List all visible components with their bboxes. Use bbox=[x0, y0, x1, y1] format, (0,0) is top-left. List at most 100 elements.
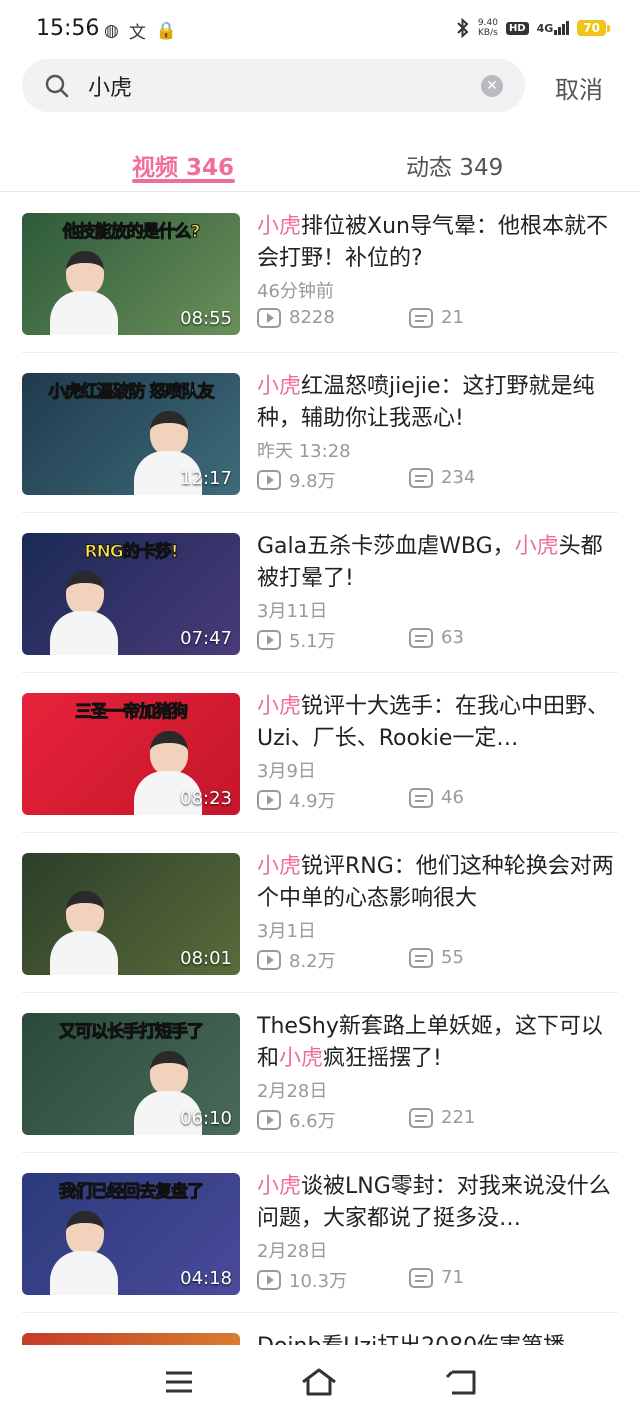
status-left-icons: ◍ 文 🔒 bbox=[104, 18, 178, 44]
active-tab-indicator bbox=[132, 179, 235, 183]
status-right-icons: 9.40 KB/s HD 4G 70 bbox=[456, 18, 610, 38]
play-count: 8228 bbox=[257, 307, 335, 328]
video-thumbnail[interactable]: 08:01 bbox=[22, 853, 240, 975]
video-thumbnail[interactable]: 三圣一帝加猪狗 08:23 bbox=[22, 693, 240, 815]
video-info: TheShy新套路上单妖姬，这下可以和小虎疯狂摇摆了! 2月28日 6.6万 221 bbox=[257, 1011, 617, 1135]
play-count: 9.8万 bbox=[257, 467, 336, 493]
play-icon bbox=[257, 307, 281, 328]
video-item[interactable]: 我们已经回去复盘了 04:18 小虎谈被LNG零封：对我来说没什么问题，大家都说了挺… bbox=[0, 1153, 640, 1313]
comment-icon bbox=[409, 307, 433, 328]
comment-count: 221 bbox=[409, 1107, 475, 1128]
back-icon[interactable] bbox=[442, 1367, 482, 1397]
video-thumbnail[interactable] bbox=[22, 1333, 240, 1345]
video-title[interactable]: TheShy新套路上单妖姬，这下可以和小虎疯狂摇摆了! bbox=[257, 1011, 617, 1075]
status-time: 15:56 bbox=[36, 16, 100, 41]
play-count: 6.6万 bbox=[257, 1107, 336, 1133]
comment-count: 46 bbox=[409, 787, 464, 808]
video-thumbnail[interactable]: 小虎红温破防 怒喷队友 12:17 bbox=[22, 373, 240, 495]
lock-icon: 🔒 bbox=[155, 20, 178, 41]
comment-count: 21 bbox=[409, 307, 464, 328]
search-bar[interactable]: ✕ bbox=[22, 59, 525, 112]
keyword-highlight: 小虎 bbox=[257, 854, 302, 879]
clear-search-icon[interactable]: ✕ bbox=[481, 75, 503, 97]
search-input[interactable] bbox=[88, 71, 478, 101]
publish-time: 昨天 13:28 bbox=[257, 441, 351, 462]
publish-time: 3月1日 bbox=[257, 921, 316, 942]
video-info: 小虎红温怒喷jiejie：这打野就是纯种，辅助你让我恶心! 昨天 13:28 9.8… bbox=[257, 371, 617, 495]
tab-videos[interactable]: 视频 346 bbox=[132, 148, 234, 182]
video-title[interactable]: Gala五杀卡莎血虐WBG，小虎头都被打晕了! bbox=[257, 531, 617, 595]
cancel-button[interactable]: 取消 bbox=[555, 70, 603, 105]
video-stats: 10.3万 71 bbox=[257, 1267, 617, 1295]
thumbnail-caption: 小虎红温破防 怒喷队友 bbox=[48, 382, 215, 403]
comment-count: 63 bbox=[409, 627, 464, 648]
keyword-highlight: 小虎 bbox=[257, 1174, 302, 1199]
video-title[interactable]: 小虎排位被Xun导气晕：他根本就不会打野！补位的? bbox=[257, 211, 617, 275]
publish-time: 3月11日 bbox=[257, 601, 328, 622]
keyword-highlight: 小虎 bbox=[514, 534, 559, 559]
video-thumbnail[interactable]: 他技能放的是什么? 08:55 bbox=[22, 213, 240, 335]
thumbnail-caption: 他技能放的是什么? bbox=[62, 222, 201, 243]
video-item[interactable]: 小虎红温破防 怒喷队友 12:17 小虎红温怒喷jiejie：这打野就是纯种，辅助你… bbox=[0, 353, 640, 513]
play-icon bbox=[257, 790, 281, 810]
comment-icon bbox=[409, 627, 433, 648]
home-icon[interactable] bbox=[299, 1367, 339, 1397]
thumbnail-caption: 三圣一帝加猪狗 bbox=[75, 702, 189, 723]
play-icon bbox=[257, 1270, 281, 1290]
tab-dynamics[interactable]: 动态 349 bbox=[406, 148, 503, 182]
play-icon bbox=[257, 470, 281, 490]
keyword-highlight: 小虎 bbox=[257, 214, 302, 239]
cellular-signal-icon: 4G bbox=[537, 21, 570, 35]
video-thumbnail[interactable]: RNG的卡莎! 07:47 bbox=[22, 533, 240, 655]
video-stats: 5.1万 63 bbox=[257, 627, 617, 655]
video-item[interactable]: Doinb看Uzi打出2080伤害第播 bbox=[0, 1313, 640, 1345]
video-stats: 6.6万 221 bbox=[257, 1107, 617, 1135]
thumbnail-caption: RNG的卡莎! bbox=[84, 542, 179, 563]
video-item[interactable]: 又可以长手打短手了 06:10 TheShy新套路上单妖姬，这下可以和小虎疯狂摇摆了… bbox=[0, 993, 640, 1153]
video-info: Doinb看Uzi打出2080伤害第播 bbox=[257, 1331, 617, 1345]
comment-icon bbox=[409, 467, 433, 488]
menu-icon[interactable] bbox=[159, 1367, 199, 1397]
comment-icon bbox=[409, 787, 433, 808]
play-count: 4.9万 bbox=[257, 787, 336, 813]
comment-count: 234 bbox=[409, 467, 475, 488]
comment-count: 71 bbox=[409, 1267, 464, 1288]
video-title[interactable]: 小虎谈被LNG零封：对我来说没什么问题，大家都说了挺多没… bbox=[257, 1171, 617, 1235]
play-count: 8.2万 bbox=[257, 947, 336, 973]
play-count: 5.1万 bbox=[257, 627, 336, 653]
video-stats: 8.2万 55 bbox=[257, 947, 617, 975]
result-tabs: 视频 346 动态 349 bbox=[0, 140, 640, 192]
video-duration: 08:01 bbox=[180, 948, 232, 969]
video-list[interactable]: 他技能放的是什么? 08:55 小虎排位被Xun导气晕：他根本就不会打野！补位的? 4… bbox=[0, 193, 640, 1345]
video-duration: 08:23 bbox=[180, 788, 232, 809]
network-speed: 9.40 KB/s bbox=[477, 18, 498, 38]
video-item[interactable]: RNG的卡莎! 07:47 Gala五杀卡莎血虐WBG，小虎头都被打晕了! 3月11日… bbox=[0, 513, 640, 673]
video-info: Gala五杀卡莎血虐WBG，小虎头都被打晕了! 3月11日 5.1万 63 bbox=[257, 531, 617, 655]
video-duration: 08:55 bbox=[180, 308, 232, 329]
publish-time: 2月28日 bbox=[257, 1081, 328, 1102]
video-info: 小虎排位被Xun导气晕：他根本就不会打野！补位的? 46分钟前 8228 21 bbox=[257, 211, 617, 335]
play-icon bbox=[257, 630, 281, 650]
video-info: 小虎锐评RNG：他们这种轮换会对两个中单的心态影响很大 3月1日 8.2万 55 bbox=[257, 851, 617, 975]
video-title[interactable]: 小虎锐评十大选手：在我心中田野、Uzi、厂长、Rookie一定… bbox=[257, 691, 617, 755]
status-bar: 15:56 ◍ 文 🔒 9.40 KB/s HD 4G 70 bbox=[0, 0, 640, 60]
thumbnail-caption: 又可以长手打短手了 bbox=[59, 1022, 205, 1043]
comment-icon bbox=[409, 947, 433, 968]
video-title[interactable]: 小虎锐评RNG：他们这种轮换会对两个中单的心态影响很大 bbox=[257, 851, 617, 915]
video-stats: 9.8万 234 bbox=[257, 467, 617, 495]
video-thumbnail[interactable]: 又可以长手打短手了 06:10 bbox=[22, 1013, 240, 1135]
video-item[interactable]: 他技能放的是什么? 08:55 小虎排位被Xun导气晕：他根本就不会打野！补位的? 4… bbox=[0, 193, 640, 353]
play-icon bbox=[257, 950, 281, 970]
video-duration: 12:17 bbox=[180, 468, 232, 489]
video-title[interactable]: Doinb看Uzi打出2080伤害第播 bbox=[257, 1331, 617, 1345]
video-item[interactable]: 08:01 小虎锐评RNG：他们这种轮换会对两个中单的心态影响很大 3月1日 8.2万… bbox=[0, 833, 640, 993]
video-duration: 06:10 bbox=[180, 1108, 232, 1129]
video-title[interactable]: 小虎红温怒喷jiejie：这打野就是纯种，辅助你让我恶心! bbox=[257, 371, 617, 435]
play-count: 10.3万 bbox=[257, 1267, 347, 1293]
video-item[interactable]: 三圣一帝加猪狗 08:23 小虎锐评十大选手：在我心中田野、Uzi、厂长、Rooki… bbox=[0, 673, 640, 833]
video-stats: 8228 21 bbox=[257, 307, 617, 335]
battery-icon: 70 bbox=[577, 20, 610, 36]
video-duration: 04:18 bbox=[180, 1268, 232, 1289]
thumbnail-caption: 我们已经回去复盘了 bbox=[59, 1182, 205, 1203]
video-thumbnail[interactable]: 我们已经回去复盘了 04:18 bbox=[22, 1173, 240, 1295]
